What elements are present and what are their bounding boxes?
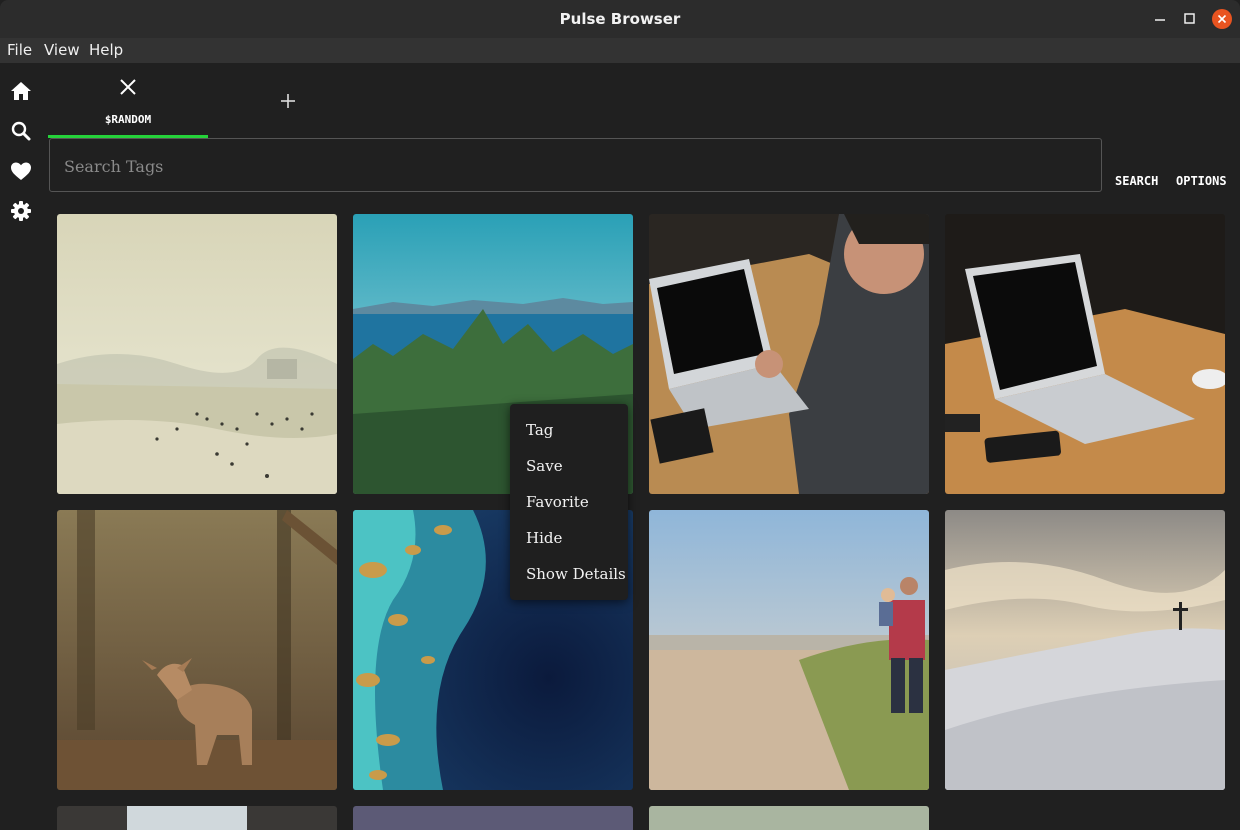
gear-icon[interactable] [9, 199, 33, 223]
gallery-image-laptop-table[interactable] [945, 214, 1225, 494]
context-menu-tag[interactable]: Tag [526, 421, 553, 439]
add-tab-icon[interactable] [278, 91, 298, 111]
minimize-button[interactable] [1150, 9, 1170, 29]
tab-label: $RANDOM [104, 113, 152, 126]
options-button[interactable]: OPTIONS [1176, 174, 1227, 188]
heart-icon[interactable] [9, 159, 33, 183]
search-input[interactable] [62, 139, 1086, 193]
tab-strip: $RANDOM [48, 63, 1228, 138]
close-window-button[interactable] [1212, 9, 1232, 29]
gallery-image-partial[interactable] [353, 806, 633, 830]
gallery-image-man-laptop[interactable] [649, 214, 929, 494]
context-menu-save[interactable]: Save [526, 457, 563, 475]
gallery-image-father-child-beach[interactable] [649, 510, 929, 790]
gallery-image-snowy-hill[interactable] [945, 510, 1225, 790]
context-menu: Tag Save Favorite Hide Show Details [510, 404, 628, 600]
gallery-image-beach[interactable] [57, 214, 337, 494]
gallery-image-deer[interactable] [57, 510, 337, 790]
home-icon[interactable] [9, 79, 33, 103]
search-tags-field[interactable] [49, 138, 1102, 193]
context-menu-show-details[interactable]: Show Details [526, 565, 626, 583]
gallery-image-partial[interactable] [649, 806, 929, 830]
menu-file[interactable]: File [7, 38, 32, 63]
maximize-button[interactable] [1180, 9, 1200, 29]
search-icon[interactable] [9, 119, 33, 143]
title-bar: Pulse Browser [0, 0, 1240, 38]
context-menu-favorite[interactable]: Favorite [526, 493, 589, 511]
tab-random[interactable]: $RANDOM [48, 63, 208, 138]
left-nav [0, 63, 40, 830]
search-button[interactable]: SEARCH [1115, 174, 1158, 188]
menu-help[interactable]: Help [89, 38, 123, 63]
menu-bar: File View Help [0, 38, 1240, 63]
window-title: Pulse Browser [559, 10, 681, 28]
context-menu-hide[interactable]: Hide [526, 529, 562, 547]
menu-view[interactable]: View [44, 38, 80, 63]
close-tab-icon[interactable] [118, 77, 138, 97]
gallery-image-partial[interactable] [57, 806, 337, 830]
